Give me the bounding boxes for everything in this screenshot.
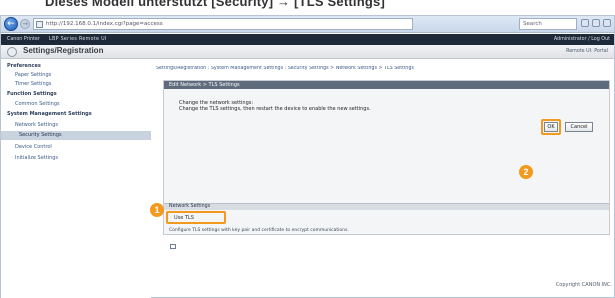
sidebar-item-paper[interactable]: Paper Settings — [15, 72, 51, 78]
sidebar-item-system-management[interactable]: System Management Settings — [7, 111, 92, 117]
url-field[interactable]: http://192.168.0.1/index.cgi?page=access — [33, 18, 413, 30]
portal-link[interactable]: Remote UI: Portal — [566, 49, 608, 54]
toolbar-icons — [581, 19, 611, 29]
gear-icon[interactable] — [603, 19, 611, 27]
panel-title: Edit Network > TLS Settings — [164, 81, 609, 89]
device-header: Canon Printer LBP Series Remote UI Admin… — [1, 34, 614, 45]
tls-note: Configure TLS settings with key pair and… — [169, 228, 349, 233]
copyright: Copyright CANON INC. — [555, 282, 612, 288]
sidebar-item-timer[interactable]: Timer Settings — [15, 81, 51, 87]
forward-arrow-icon[interactable]: → — [20, 19, 30, 29]
sidebar-item-device-control[interactable]: Device Control — [15, 144, 52, 150]
home-icon[interactable] — [581, 19, 589, 27]
search-input[interactable]: Search — [519, 18, 577, 30]
app-title-bar: Settings/Registration Remote UI: Portal — [1, 45, 614, 59]
tls-settings-panel: Edit Network > TLS Settings Change the n… — [163, 80, 610, 235]
favorites-icon[interactable] — [592, 19, 600, 27]
ok-button[interactable]: OK — [544, 122, 558, 132]
sidebar-item-preferences[interactable]: Preferences — [7, 63, 41, 69]
sidebar-item-common[interactable]: Common Settings — [15, 101, 60, 107]
sidebar-item-network[interactable]: Network Settings — [15, 122, 58, 128]
cancel-button[interactable]: Cancel — [565, 122, 593, 132]
page-icon — [36, 21, 43, 28]
sidebar-item-function[interactable]: Function Settings — [7, 91, 57, 97]
device-name: Canon Printer — [7, 37, 40, 42]
page-title: Settings/Registration — [23, 46, 104, 55]
sidebar-item-initialize[interactable]: Initialize Settings — [15, 155, 58, 161]
main-content: Settings/Registration : System Managemen… — [156, 60, 614, 298]
sidebar-item-security[interactable]: Security Settings — [1, 131, 151, 140]
callout-2-badge: 2 — [519, 165, 533, 179]
scroll-marker-icon — [170, 244, 176, 249]
back-arrow-icon[interactable]: ← — [4, 17, 18, 31]
caption-text: Dieses Modell unterstützt [Security] → [… — [45, 0, 385, 9]
section-header: Network Settings — [164, 203, 609, 210]
login-status[interactable]: Administrator / Log Out — [554, 34, 610, 45]
use-tls-checkbox[interactable]: Use TLS — [174, 215, 194, 221]
address-bar: ← → http://192.168.0.1/index.cgi?page=ac… — [1, 16, 614, 33]
url-text: http://192.168.0.1/index.cgi?page=access — [46, 21, 163, 27]
caption-banner: Dieses Modell unterstützt [Security] → [… — [0, 0, 615, 15]
browser-window: ← → http://192.168.0.1/index.cgi?page=ac… — [0, 15, 615, 298]
breadcrumb[interactable]: Settings/Registration : System Managemen… — [156, 66, 612, 71]
device-model: LBP Series Remote UI — [49, 37, 107, 42]
message-line-2: Change the TLS settings, then restart th… — [179, 106, 371, 112]
callout-1-badge: 1 — [150, 203, 164, 217]
sidebar: Preferences Paper Settings Timer Setting… — [1, 60, 151, 298]
settings-icon — [7, 47, 17, 57]
